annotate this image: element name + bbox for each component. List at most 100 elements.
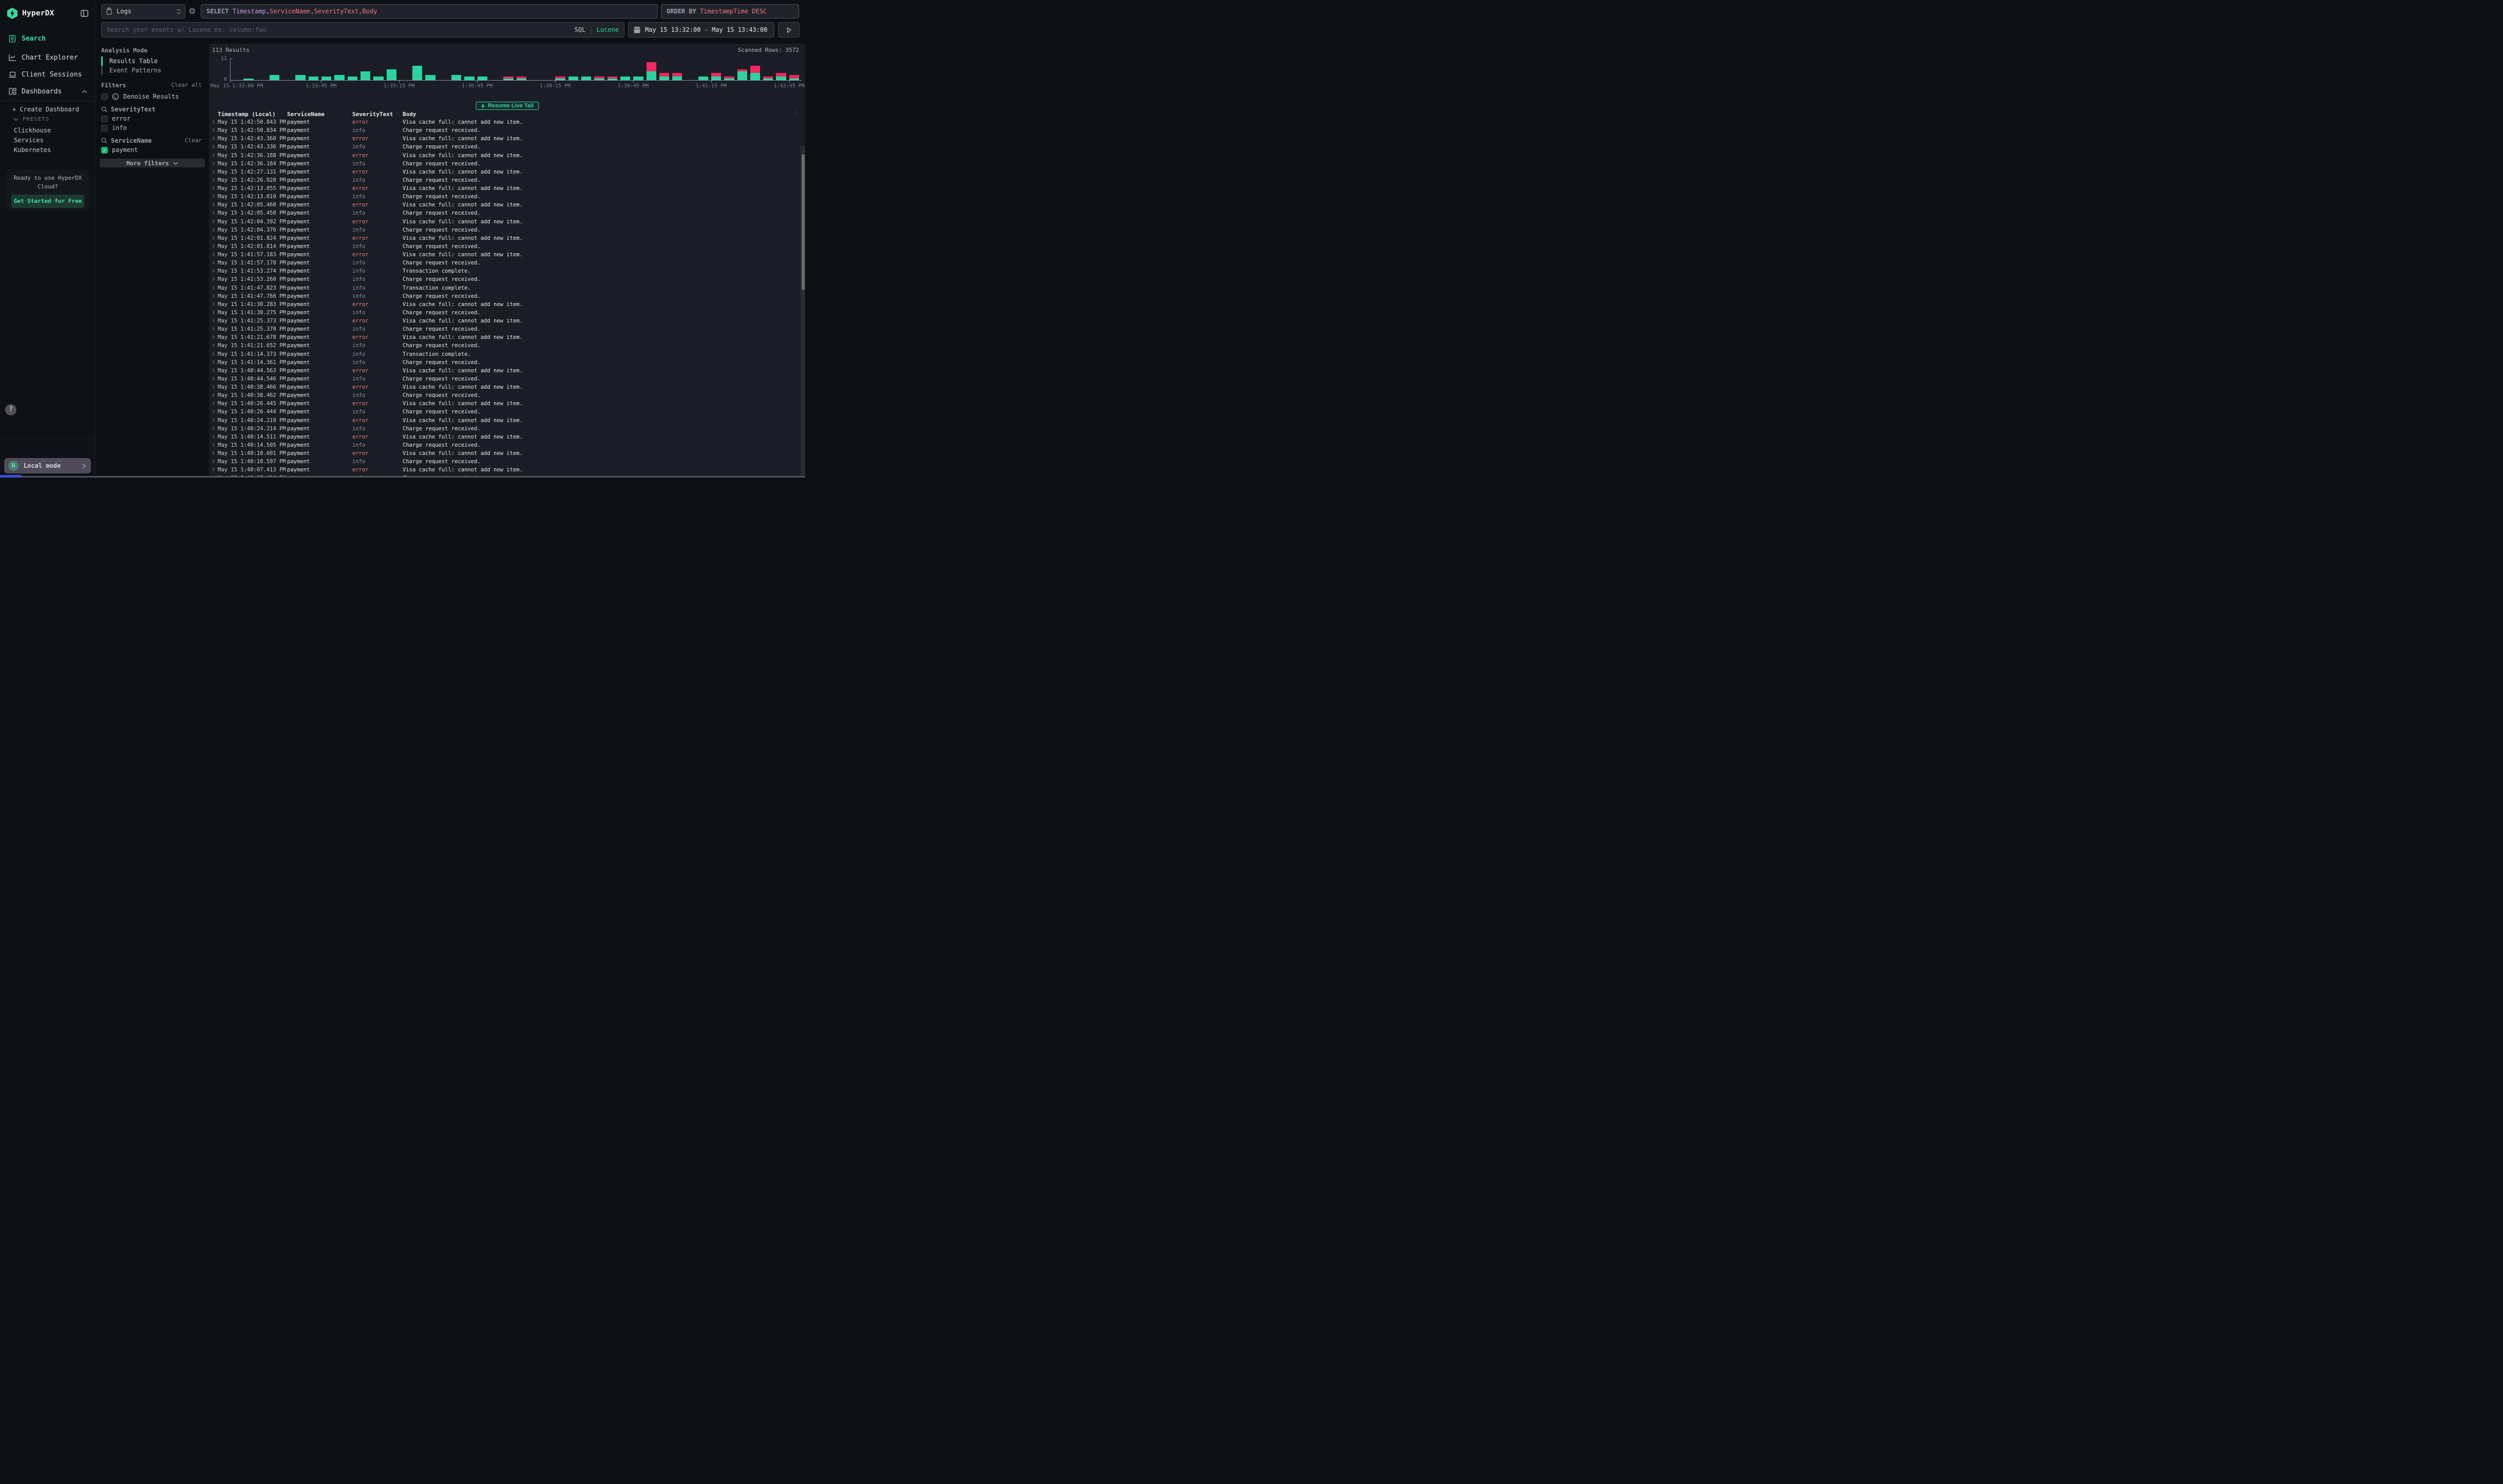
denoise-checkbox[interactable] bbox=[101, 93, 108, 100]
more-filters-button[interactable]: More filters bbox=[100, 159, 205, 167]
row-expand-icon[interactable]: ❯ bbox=[212, 194, 218, 199]
log-row[interactable]: ❯ May 15 1:41:25.373 PM payment error Vi… bbox=[209, 317, 798, 325]
log-row[interactable]: ❯ May 15 1:40:26.445 PM payment error Vi… bbox=[209, 399, 798, 408]
row-expand-icon[interactable]: ❯ bbox=[212, 385, 218, 390]
log-row[interactable]: ❯ May 15 1:41:57.178 PM payment info Cha… bbox=[209, 259, 798, 267]
log-row[interactable]: ❯ May 15 1:42:05.450 PM payment info Cha… bbox=[209, 209, 798, 217]
chevron-up-icon[interactable] bbox=[82, 90, 87, 93]
log-row[interactable]: ❯ May 15 1:42:36.188 PM payment error Vi… bbox=[209, 151, 798, 160]
row-expand-icon[interactable]: ❯ bbox=[212, 426, 218, 431]
sidebar-item-search[interactable]: Search bbox=[0, 31, 96, 46]
log-row[interactable]: ❯ May 15 1:42:13.019 PM payment info Cha… bbox=[209, 193, 798, 201]
log-row[interactable]: ❯ May 15 1:42:27.131 PM payment error Vi… bbox=[209, 168, 798, 176]
select-clause-input[interactable]: SELECT Timestamp, ServiceName, SeverityT… bbox=[201, 4, 658, 18]
sidebar-collapse-icon[interactable] bbox=[81, 10, 88, 17]
log-row[interactable]: ❯ May 15 1:41:47.823 PM payment info Tra… bbox=[209, 284, 798, 292]
log-row[interactable]: ❯ May 15 1:41:14.373 PM payment info Tra… bbox=[209, 350, 798, 358]
error-checkbox[interactable] bbox=[101, 116, 108, 122]
row-expand-icon[interactable]: ❯ bbox=[212, 368, 218, 373]
help-button[interactable]: ? bbox=[5, 404, 16, 415]
source-settings-gear-icon[interactable]: ⚙ bbox=[188, 7, 198, 16]
language-lucene-option[interactable]: Lucene bbox=[597, 26, 619, 33]
filter-option-label[interactable]: error bbox=[112, 115, 130, 122]
log-row[interactable]: ❯ May 15 1:42:36.184 PM payment info Cha… bbox=[209, 160, 798, 168]
column-resize-icon[interactable]: ⋮ bbox=[395, 110, 400, 118]
horizontal-scrollbar[interactable] bbox=[4, 476, 805, 478]
sidebar-item-kubernetes[interactable]: Kubernetes bbox=[14, 146, 51, 154]
row-expand-icon[interactable]: ❯ bbox=[212, 335, 218, 340]
row-expand-icon[interactable]: ❯ bbox=[212, 136, 218, 141]
row-expand-icon[interactable]: ❯ bbox=[212, 360, 218, 365]
sidebar-item-dashboards[interactable]: Dashboards bbox=[0, 84, 96, 99]
log-row[interactable]: ❯ May 15 1:40:38.462 PM payment info Cha… bbox=[209, 391, 798, 399]
log-row[interactable]: ❯ May 15 1:41:53.274 PM payment info Tra… bbox=[209, 267, 798, 275]
column-resize-icon[interactable]: ⋮ bbox=[279, 110, 284, 118]
clear-all-button[interactable]: Clear all bbox=[171, 82, 202, 88]
info-checkbox[interactable] bbox=[101, 125, 108, 131]
row-expand-icon[interactable]: ❯ bbox=[212, 451, 218, 456]
create-dashboard-button[interactable]: + Create Dashboard bbox=[12, 106, 79, 113]
log-row[interactable]: ❯ May 15 1:41:30.283 PM payment error Vi… bbox=[209, 300, 798, 309]
row-expand-icon[interactable]: ❯ bbox=[212, 393, 218, 398]
row-expand-icon[interactable]: ❯ bbox=[212, 277, 218, 282]
log-row[interactable]: ❯ May 15 1:40:44.546 PM payment info Cha… bbox=[209, 375, 798, 383]
search-input[interactable] bbox=[107, 26, 575, 33]
search-icon[interactable] bbox=[101, 106, 107, 112]
row-expand-icon[interactable]: ❯ bbox=[212, 211, 218, 216]
row-expand-icon[interactable]: ❯ bbox=[212, 269, 218, 274]
log-row[interactable]: ❯ May 15 1:40:10.597 PM payment info Cha… bbox=[209, 458, 798, 466]
results-histogram[interactable] bbox=[230, 59, 802, 81]
service-clear-button[interactable]: Clear bbox=[185, 137, 202, 144]
log-row[interactable]: ❯ May 15 1:40:14.505 PM payment info Cha… bbox=[209, 441, 798, 449]
row-expand-icon[interactable]: ❯ bbox=[212, 236, 218, 241]
get-started-button[interactable]: Get Started for Free bbox=[11, 195, 84, 208]
row-expand-icon[interactable]: ❯ bbox=[212, 202, 218, 207]
filter-option-label[interactable]: payment bbox=[112, 146, 138, 154]
row-expand-icon[interactable]: ❯ bbox=[212, 153, 218, 158]
log-row[interactable]: ❯ May 15 1:40:24.214 PM payment info Cha… bbox=[209, 425, 798, 433]
filter-option-label[interactable]: info bbox=[112, 124, 127, 131]
mode-event-patterns[interactable]: Event Patterns bbox=[109, 66, 161, 75]
row-expand-icon[interactable]: ❯ bbox=[212, 467, 218, 472]
row-expand-icon[interactable]: ❯ bbox=[212, 401, 218, 406]
row-expand-icon[interactable]: ❯ bbox=[212, 418, 218, 423]
vertical-scrollbar[interactable] bbox=[801, 146, 805, 476]
column-header-body[interactable]: Body bbox=[403, 110, 798, 118]
log-row[interactable]: ❯ May 15 1:42:50.843 PM payment error Vi… bbox=[209, 118, 798, 126]
log-row[interactable]: ❯ May 15 1:40:26.444 PM payment info Cha… bbox=[209, 408, 798, 416]
row-expand-icon[interactable]: ❯ bbox=[212, 318, 218, 324]
row-expand-icon[interactable]: ❯ bbox=[212, 376, 218, 382]
row-expand-icon[interactable]: ❯ bbox=[212, 260, 218, 265]
row-expand-icon[interactable]: ❯ bbox=[212, 169, 218, 175]
row-expand-icon[interactable]: ❯ bbox=[212, 294, 218, 299]
row-expand-icon[interactable]: ❯ bbox=[212, 219, 218, 224]
row-expand-icon[interactable]: ❯ bbox=[212, 227, 218, 233]
log-row[interactable]: ❯ May 15 1:42:05.460 PM payment error Vi… bbox=[209, 201, 798, 209]
column-header-servicename[interactable]: ServiceName⋮ bbox=[287, 110, 352, 118]
log-row[interactable]: ❯ May 15 1:42:01.814 PM payment info Cha… bbox=[209, 242, 798, 251]
source-select[interactable]: Logs bbox=[101, 4, 185, 18]
row-expand-icon[interactable]: ❯ bbox=[212, 409, 218, 414]
log-row[interactable]: ❯ May 15 1:41:57.183 PM payment error Vi… bbox=[209, 251, 798, 259]
log-row[interactable]: ❯ May 15 1:42:43.336 PM payment info Cha… bbox=[209, 143, 798, 151]
row-expand-icon[interactable]: ❯ bbox=[212, 443, 218, 448]
log-row[interactable]: ❯ May 15 1:41:53.260 PM payment info Cha… bbox=[209, 275, 798, 283]
log-row[interactable]: ❯ May 15 1:42:26.920 PM payment info Cha… bbox=[209, 176, 798, 184]
log-row[interactable]: ❯ May 15 1:42:43.360 PM payment error Vi… bbox=[209, 135, 798, 143]
log-row[interactable]: ❯ May 15 1:40:10.601 PM payment error Vi… bbox=[209, 449, 798, 458]
row-expand-icon[interactable]: ❯ bbox=[212, 128, 218, 133]
row-expand-icon[interactable]: ❯ bbox=[212, 286, 218, 291]
log-row[interactable]: ❯ May 15 1:41:14.361 PM payment info Cha… bbox=[209, 358, 798, 367]
log-row[interactable]: ❯ May 15 1:41:21.678 PM payment error Vi… bbox=[209, 333, 798, 341]
log-row[interactable]: ❯ May 15 1:40:07.413 PM payment error Vi… bbox=[209, 466, 798, 474]
row-expand-icon[interactable]: ❯ bbox=[212, 343, 218, 348]
sidebar-item-client-sessions[interactable]: Client Sessions bbox=[0, 67, 96, 82]
row-expand-icon[interactable]: ❯ bbox=[212, 120, 218, 125]
sidebar-item-chart-explorer[interactable]: Chart Explorer bbox=[0, 50, 96, 65]
run-query-button[interactable] bbox=[778, 22, 800, 37]
log-row[interactable]: ❯ May 15 1:40:24.219 PM payment error Vi… bbox=[209, 416, 798, 425]
log-row[interactable]: ❯ May 15 1:40:38.466 PM payment error Vi… bbox=[209, 383, 798, 391]
row-expand-icon[interactable]: ❯ bbox=[212, 327, 218, 332]
row-expand-icon[interactable]: ❯ bbox=[212, 310, 218, 315]
log-row[interactable]: ❯ May 15 1:41:30.275 PM payment info Cha… bbox=[209, 309, 798, 317]
